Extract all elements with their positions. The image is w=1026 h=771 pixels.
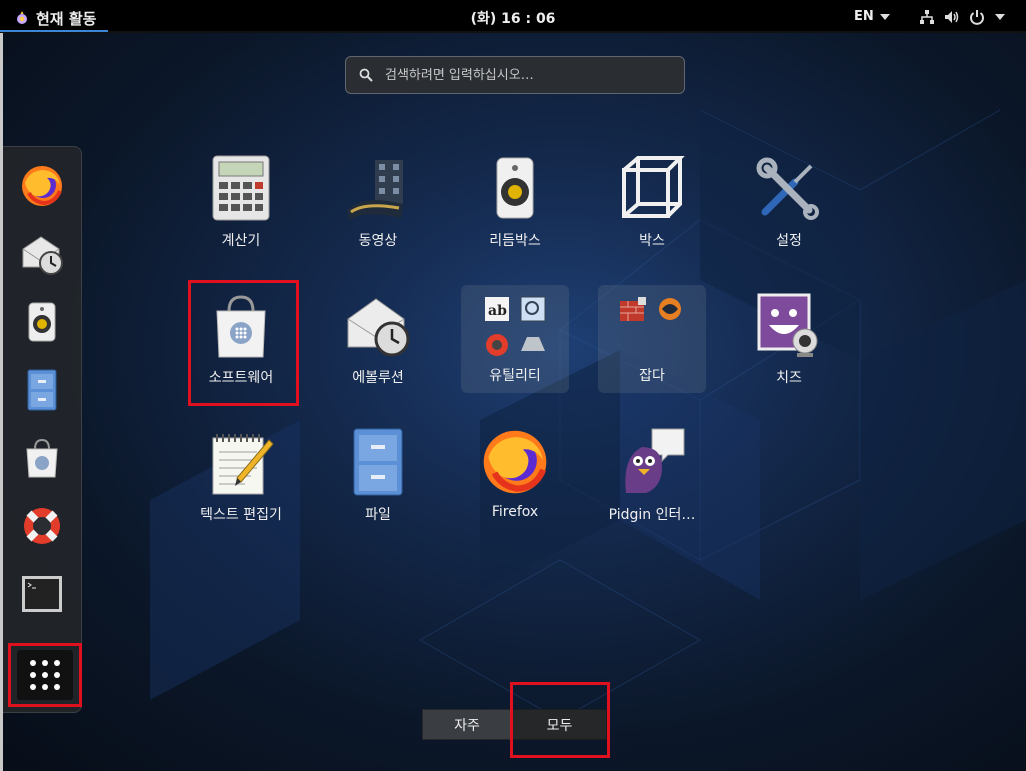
app-cheese[interactable]: 치즈 xyxy=(729,289,849,407)
volume-icon xyxy=(945,11,959,23)
app-label: 에볼루션 xyxy=(352,370,404,386)
film-reel-icon xyxy=(347,160,403,220)
network-icon xyxy=(920,10,934,24)
file-cabinet-icon xyxy=(27,369,57,411)
search-input[interactable] xyxy=(383,66,684,84)
system-menu[interactable] xyxy=(919,9,1005,25)
dash-item-files[interactable] xyxy=(15,363,69,417)
language-selector[interactable]: EN xyxy=(854,9,890,24)
app-boxes[interactable]: 박스 xyxy=(592,152,712,270)
app-label: 치즈 xyxy=(776,370,802,386)
chevron-down-icon xyxy=(879,13,890,20)
app-settings[interactable]: 설정 xyxy=(729,152,849,270)
app-rhythmbox[interactable]: 리듬박스 xyxy=(455,152,575,270)
app-text-editor[interactable]: 텍스트 편집기 xyxy=(181,426,301,544)
app-firefox[interactable]: Firefox xyxy=(455,426,575,544)
shopping-bag-icon xyxy=(26,438,58,478)
frequent-button[interactable]: 자주 xyxy=(422,709,512,740)
highlight-software xyxy=(188,280,299,406)
top-bar: 현재 활동 (화) 16 : 06 EN xyxy=(0,0,1026,33)
lifebuoy-icon xyxy=(24,508,60,544)
firefox-icon xyxy=(22,166,62,206)
tools-icon xyxy=(756,157,819,220)
show-apps-tile xyxy=(17,650,73,700)
app-label: 박스 xyxy=(639,233,665,249)
app-label: 동영상 xyxy=(358,233,398,249)
grid-icon xyxy=(30,660,60,690)
folder-icon xyxy=(620,297,681,321)
app-label: 텍스트 편집기 xyxy=(200,507,282,523)
dash-item-help[interactable] xyxy=(15,499,69,553)
folder-label: 잡다 xyxy=(639,368,665,384)
folder-label: 유틸리티 xyxy=(489,368,541,384)
folder-sundry[interactable]: 잡다 xyxy=(598,285,706,393)
app-calculator[interactable]: 계산기 xyxy=(181,152,301,270)
app-label: 계산기 xyxy=(221,233,261,249)
activities-underline xyxy=(0,30,108,32)
app-label: Pidgin 인터… xyxy=(608,507,696,523)
app-label: 파일 xyxy=(365,507,391,523)
calculator-icon xyxy=(212,155,270,221)
app-videos[interactable]: 동영상 xyxy=(318,152,438,270)
language-label: EN xyxy=(854,9,874,24)
show-applications-button[interactable] xyxy=(8,643,82,707)
speaker-icon xyxy=(496,157,534,219)
highlight-all xyxy=(510,682,610,758)
dash-item-firefox[interactable] xyxy=(15,159,69,213)
dash-item-rhythmbox[interactable] xyxy=(15,295,69,349)
power-icon xyxy=(970,10,984,25)
speaker-icon xyxy=(28,302,56,342)
file-cabinet-icon xyxy=(353,428,403,496)
chevron-down-icon xyxy=(995,14,1005,20)
svg-text:ab: ab xyxy=(488,303,507,319)
notepad-icon xyxy=(212,434,274,495)
mail-clock-icon xyxy=(347,298,410,357)
app-files[interactable]: 파일 xyxy=(318,426,438,544)
pidgin-icon xyxy=(625,428,685,493)
mail-clock-icon xyxy=(22,236,63,275)
folder-icon: ab xyxy=(485,296,546,356)
dash-item-terminal[interactable] xyxy=(15,567,69,621)
search-entry[interactable] xyxy=(345,56,685,94)
dash-item-evolution[interactable] xyxy=(15,227,69,281)
cube-icon xyxy=(622,156,685,218)
dash xyxy=(3,146,82,713)
dash-item-software[interactable] xyxy=(15,431,69,485)
app-label: 리듬박스 xyxy=(489,233,541,249)
search-icon xyxy=(359,68,373,82)
app-pidgin[interactable]: Pidgin 인터… xyxy=(592,426,712,544)
terminal-icon xyxy=(22,576,62,612)
app-label: Firefox xyxy=(491,504,539,520)
app-evolution[interactable]: 에볼루션 xyxy=(318,289,438,407)
folder-utilities[interactable]: ab 유틸리티 xyxy=(461,285,569,393)
app-label: 설정 xyxy=(776,233,802,249)
webcam-icon xyxy=(757,293,818,357)
firefox-icon xyxy=(483,430,547,494)
